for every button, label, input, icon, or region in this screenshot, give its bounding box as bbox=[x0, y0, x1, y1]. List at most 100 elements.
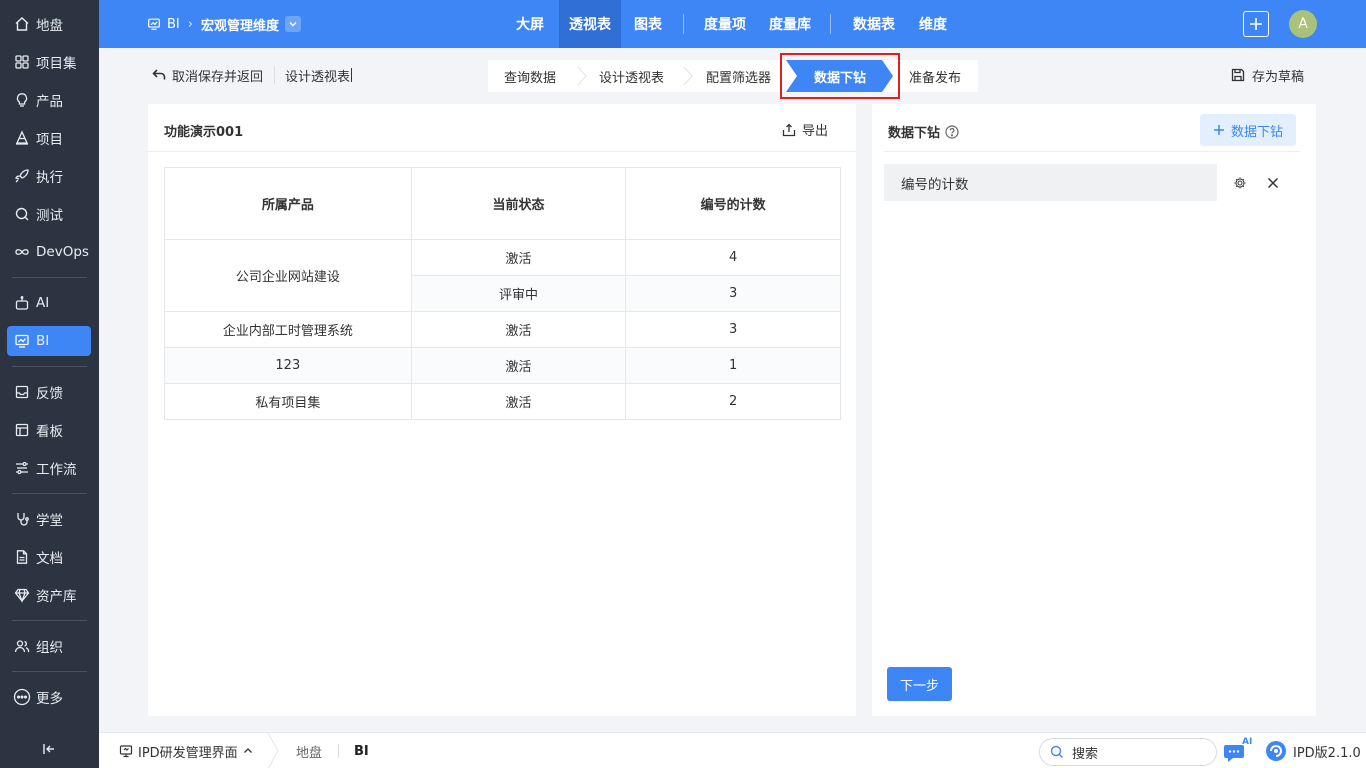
export-label: 导出 bbox=[802, 124, 829, 139]
rocket-icon bbox=[13, 167, 31, 185]
sidebar-item-test[interactable]: 测试 bbox=[7, 199, 91, 229]
breadcrumb-current[interactable]: 宏观管理维度 bbox=[201, 15, 279, 34]
search-input[interactable]: 搜索 bbox=[1039, 738, 1217, 766]
sidebar-item-assets[interactable]: 资产库 bbox=[7, 580, 91, 610]
collapse-sidebar-icon[interactable] bbox=[40, 740, 58, 758]
table-cell-product: 私有项目集 bbox=[164, 383, 412, 420]
home-icon bbox=[13, 15, 31, 33]
step-query-data[interactable]: 查询数据 bbox=[504, 60, 556, 92]
export-button[interactable]: 导出 bbox=[782, 120, 828, 139]
column-header: 编号的计数 bbox=[625, 167, 841, 240]
search-placeholder: 搜索 bbox=[1072, 746, 1099, 762]
sidebar-divider bbox=[12, 493, 87, 494]
version-info: IPD版2.1.0 bbox=[1265, 733, 1361, 768]
help-icon[interactable] bbox=[945, 124, 959, 139]
sidebar-item-bi[interactable]: BI bbox=[7, 326, 91, 356]
step-chevron-icon bbox=[577, 66, 587, 86]
tab-divider bbox=[338, 744, 339, 758]
ipd-home-label: IPD研发管理界面 bbox=[138, 745, 238, 761]
sidebar-item-program[interactable]: 项目集 bbox=[7, 47, 91, 77]
table-cell-status: 激活 bbox=[410, 239, 627, 276]
panel-divider bbox=[148, 151, 856, 152]
table-row: 私有项目集 激活 2 bbox=[164, 383, 841, 420]
save-draft-label: 存为草稿 bbox=[1252, 69, 1305, 85]
sidebar-item-workflow[interactable]: 工作流 bbox=[7, 453, 91, 483]
sidebar-item-product[interactable]: 产品 bbox=[7, 85, 91, 115]
sidebar-item-feedback[interactable]: 反馈 bbox=[7, 377, 91, 407]
table-cell-count: 1 bbox=[625, 347, 841, 384]
nav-metric[interactable]: 度量项 bbox=[699, 0, 751, 48]
create-plus-button[interactable] bbox=[1243, 11, 1269, 37]
ipd-home-button[interactable]: IPD研发管理界面 bbox=[119, 733, 253, 768]
design-name-text: 设计透视表 bbox=[285, 69, 351, 85]
breadcrumb: BI › 宏观管理维度 bbox=[147, 0, 301, 48]
chevron-down-icon[interactable] bbox=[284, 16, 301, 32]
stethoscope-icon bbox=[13, 510, 31, 528]
step-config-filter[interactable]: 配置筛选器 bbox=[706, 60, 771, 92]
table-cell-count: 2 bbox=[625, 383, 841, 420]
step-prepare-publish[interactable]: 准备发布 bbox=[909, 60, 961, 92]
export-icon bbox=[782, 123, 796, 137]
people-icon bbox=[13, 637, 31, 655]
pivot-title: 功能演示001 bbox=[164, 125, 244, 140]
step-design-pivot[interactable]: 设计透视表 bbox=[599, 60, 664, 92]
table-header-row: 所属产品 当前状态 编号的计数 bbox=[164, 167, 841, 240]
table-cell-product: 企业内部工时管理系统 bbox=[164, 311, 412, 348]
cone-icon bbox=[13, 129, 31, 147]
sidebar-item-home[interactable]: 地盘 bbox=[7, 9, 91, 39]
sidebar-item-project[interactable]: 项目 bbox=[7, 123, 91, 153]
board-icon bbox=[13, 421, 31, 439]
infinity-icon bbox=[13, 243, 31, 261]
table-row: 公司企业网站建设 激活 4 bbox=[164, 239, 841, 312]
cancel-save-return-button[interactable]: 取消保存并返回 bbox=[152, 66, 264, 85]
sidebar-item-academy[interactable]: 学堂 bbox=[7, 504, 91, 534]
sidebar-item-ai[interactable]: AI bbox=[7, 288, 91, 318]
sidebar-divider bbox=[12, 671, 87, 672]
sidebar-item-devops[interactable]: DevOps bbox=[7, 237, 91, 267]
sidebar-item-kanban[interactable]: 看板 bbox=[7, 415, 91, 445]
breadcrumb-module[interactable]: BI bbox=[167, 17, 180, 32]
close-icon[interactable] bbox=[1266, 176, 1280, 190]
user-avatar[interactable]: A bbox=[1289, 10, 1317, 38]
bi-module-icon bbox=[147, 17, 161, 31]
drilldown-title-text: 数据下钻 bbox=[888, 126, 941, 141]
table-cell-status: 激活 bbox=[410, 311, 627, 348]
column-header: 所属产品 bbox=[164, 167, 412, 240]
add-drilldown-button[interactable]: 数据下钻 bbox=[1200, 114, 1296, 146]
step-chevron-icon bbox=[683, 66, 693, 86]
save-draft-button[interactable]: 存为草稿 bbox=[1231, 66, 1305, 85]
sidebar-item-docs[interactable]: 文档 bbox=[7, 542, 91, 572]
drilldown-item[interactable]: 编号的计数 bbox=[884, 164, 1217, 201]
document-icon bbox=[13, 548, 31, 566]
nav-pivot[interactable]: 透视表 bbox=[559, 0, 621, 48]
highlight-box bbox=[780, 53, 900, 99]
nav-dimension[interactable]: 维度 bbox=[915, 0, 951, 48]
sidebar-item-execution[interactable]: 执行 bbox=[7, 161, 91, 191]
pivot-table: 所属产品 当前状态 编号的计数 公司企业网站建设 激活 4 评审中 3 企业内部… bbox=[164, 167, 841, 420]
nav-metric-library[interactable]: 度量库 bbox=[764, 0, 816, 48]
nav-data-table[interactable]: 数据表 bbox=[848, 0, 900, 48]
ai-chat-button[interactable]: AI bbox=[1223, 737, 1253, 765]
gear-icon[interactable] bbox=[1233, 176, 1247, 190]
next-step-button[interactable]: 下一步 bbox=[887, 667, 952, 701]
search-icon bbox=[1050, 745, 1064, 759]
table-cell-product: 公司企业网站建设 bbox=[164, 239, 412, 312]
robot-icon bbox=[13, 294, 31, 312]
bottom-tab-bi[interactable]: BI bbox=[354, 733, 369, 768]
grid-icon bbox=[13, 53, 31, 71]
nav-divider bbox=[830, 14, 831, 34]
nav-screen[interactable]: 大屏 bbox=[508, 0, 552, 48]
tab-chevron-icon bbox=[267, 733, 279, 768]
design-name-input[interactable]: 设计透视表 bbox=[285, 66, 353, 85]
pivot-preview-panel: 功能演示001 导出 所属产品 当前状态 编号的计数 公司企业网站建设 激活 4… bbox=[148, 104, 856, 716]
table-cell-count: 4 bbox=[625, 239, 841, 276]
cancel-save-return-label: 取消保存并返回 bbox=[172, 69, 264, 85]
flow-icon bbox=[13, 459, 31, 477]
sidebar-item-org[interactable]: 组织 bbox=[7, 631, 91, 661]
nav-divider bbox=[683, 14, 684, 34]
panel-divider bbox=[884, 151, 1300, 152]
table-row: 123 激活 1 bbox=[164, 347, 841, 384]
bottom-tab-home[interactable]: 地盘 bbox=[296, 733, 322, 768]
nav-chart[interactable]: 图表 bbox=[626, 0, 670, 48]
sidebar-item-more[interactable]: 更多 bbox=[7, 682, 91, 712]
